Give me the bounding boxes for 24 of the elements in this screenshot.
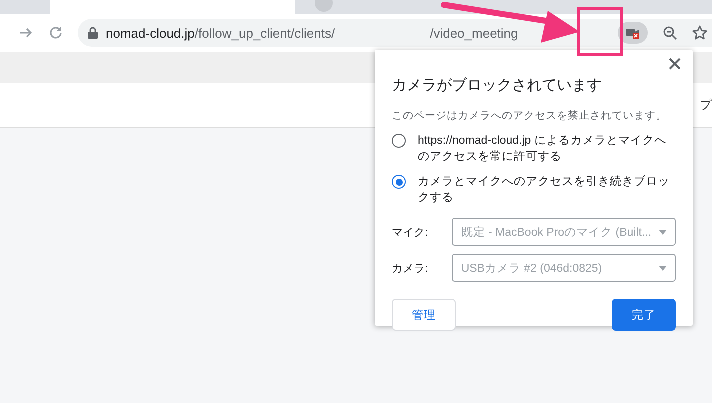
device-label: カメラ: — [392, 262, 430, 276]
device-dropdown[interactable]: 既定 - MacBook Proのマイク (Built... — [452, 218, 676, 246]
bookmark-star-icon[interactable] — [692, 25, 708, 41]
lock-icon[interactable] — [88, 27, 98, 39]
address-bar[interactable]: nomad-cloud.jp/follow_up_client/clients/ /video_meeting — [78, 19, 712, 47]
done-button[interactable]: 完了 — [612, 299, 676, 331]
device-label: マイク: — [392, 226, 430, 240]
header-text: プ — [698, 96, 712, 114]
device-dropdown[interactable]: USBカメラ #2 (046d:0825) — [452, 254, 676, 282]
camera-blocked-icon[interactable] — [618, 22, 648, 44]
popup-title: カメラがブロックされています — [392, 76, 603, 95]
popup-message: このページはカメラへのアクセスを禁止されています。 — [392, 109, 668, 123]
option-label: カメラとマイクへのアクセスを引き続きブロックする — [418, 174, 671, 206]
caret-icon — [659, 230, 667, 234]
caret-icon — [659, 266, 667, 270]
radio-button[interactable] — [392, 175, 406, 189]
url-text: nomad-cloud.jp/follow_up_client/clients/ /video_meeting — [106, 26, 518, 40]
highlight-frame — [578, 8, 624, 56]
close-icon[interactable] — [669, 58, 681, 70]
manage-button[interactable]: 管理 — [392, 299, 456, 331]
zoom-out-icon[interactable] — [662, 25, 678, 41]
reload-icon[interactable] — [48, 25, 64, 41]
radio-button[interactable] — [392, 134, 406, 148]
option-label: https://nomad-cloud.jp によるカメラとマイクへのアクセスを常に許可する — [418, 134, 668, 165]
